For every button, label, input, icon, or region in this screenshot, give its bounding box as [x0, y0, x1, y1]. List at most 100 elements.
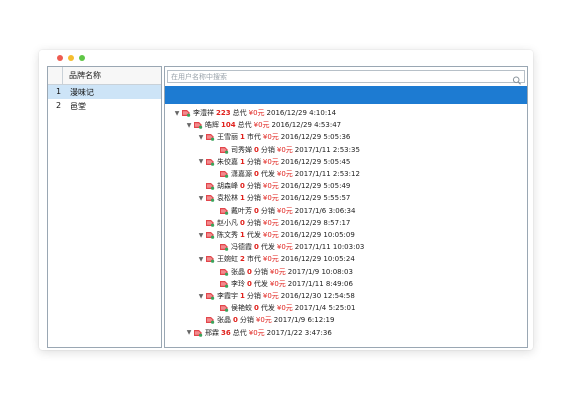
- expand-toggle-icon[interactable]: ▼: [197, 290, 205, 302]
- expand-toggle-icon[interactable]: ▼: [185, 119, 193, 131]
- balance-amount: ¥0元: [276, 170, 293, 178]
- join-date: 2016/12/29 5:55:57: [280, 194, 351, 203]
- expand-toggle-icon[interactable]: ▼: [173, 107, 181, 119]
- member-count: 36: [221, 328, 231, 337]
- user-tag-icon: [219, 279, 229, 289]
- tree-node[interactable]: ▼ 袁松林 1 分销 ¥0元 2016/12/29 5:55:57: [197, 192, 351, 204]
- brand-row[interactable]: 1 漫味记: [48, 85, 161, 99]
- balance-amount: ¥0元: [253, 121, 270, 130]
- tree-node[interactable]: ▼ 王雪丽 1 市代 ¥0元 2016/12/29 5:05:36: [197, 131, 351, 143]
- member-count: 2: [240, 255, 245, 264]
- tree-node[interactable]: ▼ 陈文秀 1 代发 ¥0元 2016/12/29 10:05:09: [197, 229, 355, 241]
- expand-toggle-icon[interactable]: ▼: [197, 131, 205, 143]
- search-input[interactable]: [171, 71, 501, 82]
- balance-amount: ¥0元: [262, 194, 279, 203]
- tree-node[interactable]: 冯德霞 0 代发 ¥0元 2017/1/11 10:03:03: [211, 241, 364, 253]
- maximize-window-button[interactable]: [79, 55, 85, 61]
- tree-node[interactable]: 张晶 0 分销 ¥0元 2017/1/9 6:12:19: [197, 314, 334, 326]
- join-date: 2017/1/11 10:03:03: [294, 243, 365, 252]
- user-tag-icon: [205, 157, 215, 167]
- tree-node[interactable]: 司秀婵 0 分销 ¥0元 2017/1/11 2:53:35: [211, 144, 360, 156]
- user-name: 戴叶芳: [231, 206, 252, 215]
- user-tag-icon: [219, 303, 229, 313]
- join-date: 2016/12/29 8:57:17: [280, 218, 351, 227]
- join-date: 2017/1/11 2:53:12: [294, 170, 360, 178]
- brand-name-column-header: 品牌名称: [69, 71, 101, 80]
- user-name: 李玲: [231, 279, 245, 288]
- balance-amount: ¥0元: [262, 182, 279, 191]
- member-count: 104: [221, 121, 236, 130]
- expand-toggle-icon[interactable]: ▼: [197, 253, 205, 265]
- member-count: 1: [240, 231, 245, 239]
- member-count: 0: [254, 206, 259, 215]
- tree-node[interactable]: ▼ 邢霖 36 总代 ¥0元 2017/1/22 3:47:36: [185, 327, 332, 339]
- join-date: 2017/1/22 3:47:36: [266, 328, 332, 337]
- user-tag-icon: [205, 181, 215, 191]
- row-number: 2: [56, 101, 62, 110]
- agent-type: 代发: [260, 170, 275, 178]
- user-tag-icon: [205, 218, 215, 228]
- balance-amount: ¥0元: [262, 218, 279, 227]
- minimize-window-button[interactable]: [68, 55, 74, 61]
- join-date: 2016/12/29 5:05:49: [280, 182, 351, 191]
- expand-toggle-icon[interactable]: ▼: [185, 327, 193, 339]
- agent-type: 分销: [253, 267, 268, 276]
- user-tag-icon: [205, 291, 215, 301]
- tree-node[interactable]: 李玲 0 代发 ¥0元 2017/1/11 8:49:06: [211, 278, 353, 290]
- tree-node[interactable]: 张晶 0 分销 ¥0元 2017/1/9 10:08:03: [211, 266, 353, 278]
- balance-amount: ¥0元: [248, 109, 265, 117]
- join-date: 2016/12/29 5:05:45: [280, 157, 351, 166]
- search-icon[interactable]: [512, 71, 522, 85]
- balance-amount: ¥0元: [276, 304, 293, 313]
- member-count: 0: [240, 218, 245, 227]
- brand-row[interactable]: 2 邑堂: [48, 99, 161, 113]
- tree-node[interactable]: 胡森峰 0 分销 ¥0元 2016/12/29 5:05:49: [197, 180, 350, 192]
- tree-node[interactable]: ▼ 王婉虹 2 市代 ¥0元 2016/12/29 10:05:24: [197, 253, 355, 265]
- tree-node[interactable]: ▼ 李澧祥 223 总代 ¥0元 2016/12/29 4:10:14: [173, 107, 336, 119]
- agent-type: 分销: [246, 157, 261, 166]
- tree-node[interactable]: ▼ 皓辉 104 总代 ¥0元 2016/12/29 4:53:47: [185, 119, 341, 131]
- expand-toggle-icon[interactable]: ▼: [197, 192, 205, 204]
- tree-node[interactable]: 赵小凡 0 分销 ¥0元 2016/12/29 8:57:17: [197, 217, 350, 229]
- agent-type: 代发: [260, 243, 275, 252]
- member-count: 0: [254, 304, 259, 313]
- row-number: 1: [56, 87, 62, 96]
- user-name: 司秀婵: [231, 145, 252, 154]
- close-window-button[interactable]: [57, 55, 63, 61]
- member-count: 1: [240, 194, 245, 203]
- tree-node[interactable]: 侯艳蛟 0 代发 ¥0元 2017/1/4 5:25:01: [211, 302, 355, 314]
- balance-amount: ¥0元: [262, 292, 279, 300]
- brand-list-panel: 品牌名称 1 漫味记 2 邑堂: [47, 66, 162, 348]
- expand-toggle-icon[interactable]: ▼: [197, 229, 205, 241]
- balance-amount: ¥0元: [248, 328, 265, 337]
- brand-name: 漫味记: [70, 88, 94, 97]
- balance-amount: ¥0元: [276, 206, 293, 215]
- user-tag-icon: [205, 230, 215, 240]
- join-date: 2016/12/29 10:05:24: [280, 255, 355, 264]
- user-tag-icon: [193, 328, 203, 338]
- tree-node[interactable]: ▼ 朱佼嘉 1 分销 ¥0元 2016/12/29 5:05:45: [197, 156, 351, 168]
- agent-type: 代发: [246, 231, 261, 239]
- member-count: 1: [240, 157, 245, 166]
- member-count: 0: [254, 243, 259, 252]
- tree-node[interactable]: 潇嘉源 0 代发 ¥0元 2017/1/11 2:53:12: [211, 168, 360, 180]
- member-count: 0: [240, 182, 245, 191]
- balance-amount: ¥0元: [262, 133, 279, 142]
- member-count: 0: [254, 170, 259, 178]
- user-name: 邢霖: [205, 328, 219, 337]
- user-name: 王婉虹: [217, 255, 238, 264]
- user-name: 袁松林: [217, 194, 238, 203]
- selected-brand-bar[interactable]: [165, 86, 527, 104]
- tree-node[interactable]: 戴叶芳 0 分销 ¥0元 2017/1/6 3:06:34: [211, 205, 355, 217]
- tree-node[interactable]: ▼ 李霞宇 1 分销 ¥0元 2016/12/30 12:54:58: [197, 290, 355, 302]
- user-name: 胡森峰: [217, 182, 238, 191]
- join-date: 2016/12/29 4:53:47: [271, 121, 342, 130]
- expand-toggle-icon[interactable]: ▼: [197, 156, 205, 168]
- user-tag-icon: [205, 132, 215, 142]
- member-count: 0: [247, 267, 252, 276]
